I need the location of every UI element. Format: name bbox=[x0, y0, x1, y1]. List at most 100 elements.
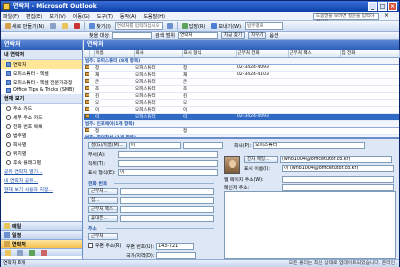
col-fileas[interactable]: 표시 형식 bbox=[182, 50, 237, 58]
nav-folder-item[interactable]: 오피스튜터 - 엑셀 전문가과정 bbox=[1, 78, 82, 87]
menu-edit[interactable]: 편집(E) bbox=[26, 13, 42, 20]
menu-file[interactable]: 파일(F) bbox=[3, 13, 19, 20]
col-name[interactable]: 이름 bbox=[94, 50, 135, 58]
help-question-input[interactable]: 도움말을 보려면 질문을 입력하십시오. bbox=[313, 13, 379, 25]
close-button[interactable]: × bbox=[388, 2, 397, 11]
shortcut-icon[interactable] bbox=[29, 249, 35, 256]
nav-button-mail[interactable]: 메일 bbox=[1, 221, 82, 230]
phone-type-select[interactable]: 휴대폰... bbox=[88, 215, 118, 222]
table-cell bbox=[236, 92, 288, 100]
address-book-button[interactable] bbox=[165, 22, 175, 31]
table-row[interactable]: 김 오피스튜터 김 bbox=[84, 92, 399, 100]
view-option[interactable]: 세부 주소 카드 bbox=[1, 113, 82, 122]
nav-button-calendar[interactable]: 일정 bbox=[1, 230, 82, 239]
nav-folder-contacts[interactable]: 연락처 bbox=[1, 60, 82, 69]
find-target-input[interactable] bbox=[112, 32, 152, 39]
surname-field[interactable]: 이 bbox=[128, 142, 181, 149]
col-business-phone[interactable]: 근무처 전화 bbox=[236, 50, 289, 58]
phone-field[interactable] bbox=[120, 215, 214, 222]
folder-icon[interactable] bbox=[17, 249, 23, 256]
customize-view-link[interactable]: 현재 보기 사용자 지정... bbox=[1, 185, 82, 194]
table-row[interactable]: 재 오피스튜터 재 02-3424-4103 bbox=[84, 71, 399, 79]
job-title-field[interactable] bbox=[118, 160, 218, 167]
table-row[interactable]: 정정 bbox=[84, 127, 399, 135]
view-select[interactable]: 범주별로 bbox=[245, 22, 284, 30]
display-name-field[interactable]: 이 (who1004@officetutor.co.kr) bbox=[282, 165, 394, 172]
menu-go[interactable]: 이동(G) bbox=[73, 13, 90, 20]
department-field[interactable] bbox=[118, 151, 218, 158]
menu-actions[interactable]: 동작(A) bbox=[120, 13, 137, 20]
given-name-field[interactable] bbox=[182, 142, 223, 149]
table-row[interactable]: 이 오피스튜터 이 02-3424-4093 bbox=[84, 113, 399, 121]
find-button[interactable]: 찾기(I) bbox=[87, 22, 113, 31]
table-row[interactable]: 정 오피스튜터 정 02-3424-4093 bbox=[84, 64, 399, 72]
col-home-phone[interactable]: 집 전화 bbox=[340, 50, 400, 58]
clear-button[interactable]: 지우기 bbox=[248, 32, 267, 39]
nav-button-contacts[interactable]: 연락처 bbox=[1, 239, 82, 248]
note-icon[interactable] bbox=[5, 249, 11, 256]
open-shared-contacts-link[interactable]: 공유 연락처 열기... bbox=[1, 167, 82, 176]
address-type-select[interactable]: 근무처 bbox=[88, 233, 118, 240]
maximize-button[interactable]: □ bbox=[378, 2, 387, 11]
current-view-header[interactable]: 현재 보기 bbox=[1, 94, 82, 104]
im-field[interactable] bbox=[282, 184, 394, 191]
view-option[interactable]: 회사별 bbox=[1, 140, 82, 149]
journal-icon[interactable] bbox=[41, 249, 47, 256]
menu-help[interactable]: 도움말(H) bbox=[143, 13, 164, 20]
find-scope-select[interactable]: 연락처 bbox=[178, 32, 218, 39]
view-option[interactable]: 위치별 bbox=[1, 149, 82, 158]
contact-search-input[interactable]: 연락처를 입력하십시오 bbox=[114, 22, 163, 30]
table-row[interactable]: 이 오피스튜터 이 bbox=[84, 106, 399, 114]
delete-button[interactable] bbox=[72, 22, 82, 31]
group-header-label: 범주: 인포에이(1개 항목) bbox=[84, 120, 399, 128]
notes-field[interactable] bbox=[224, 191, 396, 259]
phone-type-select[interactable]: 근무처... bbox=[88, 188, 118, 195]
find-now-button[interactable]: 지금 찾기 bbox=[221, 32, 245, 39]
minimize-button[interactable]: _ bbox=[368, 2, 377, 11]
status-count: 연락처 8개 bbox=[3, 261, 26, 266]
group-header-row[interactable]: 범주: 인포에이(1개 항목) bbox=[84, 120, 399, 128]
phone-type-select[interactable]: 집... bbox=[88, 197, 118, 204]
find-label: 찾기(I) bbox=[96, 23, 111, 30]
contact-icon bbox=[84, 78, 89, 86]
forward-button[interactable]: 보내기(W) bbox=[209, 22, 243, 31]
menu-tools[interactable]: 도구(T) bbox=[97, 13, 113, 20]
phone-field[interactable] bbox=[120, 188, 214, 195]
new-contact-button[interactable]: 새로 만들기(N) bbox=[3, 22, 46, 31]
nav-folder-item[interactable]: 오피스튜터 - 엑셀 bbox=[1, 69, 82, 78]
find-options-link[interactable]: 옵션 bbox=[269, 32, 278, 39]
phone-field[interactable] bbox=[120, 206, 214, 213]
view-option-selected[interactable]: 범주별 bbox=[1, 131, 82, 140]
share-contacts-link[interactable]: 내 연락처 공유... bbox=[1, 176, 82, 185]
email-type-select[interactable]: 전자 메일... bbox=[244, 156, 278, 163]
title-bar[interactable]: 연락처 - Microsoft Outlook _ □ × bbox=[1, 1, 399, 12]
phone-field[interactable] bbox=[120, 197, 214, 204]
fullname-button[interactable]: 성(G)/이름(M)... bbox=[88, 142, 127, 149]
zip-field[interactable]: 143-721 bbox=[156, 243, 195, 250]
nav-folder-item[interactable]: Office Tips & Tricks (SMB) bbox=[1, 87, 82, 94]
phone-type-select[interactable]: 근무처 팩스... bbox=[88, 206, 118, 213]
table-row[interactable]: 오 오피스튜터 오 bbox=[84, 99, 399, 107]
region-field[interactable] bbox=[156, 252, 197, 259]
move-button[interactable] bbox=[60, 22, 70, 31]
fileas-field[interactable]: 이 bbox=[118, 169, 218, 176]
view-option[interactable]: 후속 플래그별 bbox=[1, 158, 82, 167]
group-header-row[interactable]: 범주: 오피스튜터 (8개 항목) bbox=[84, 57, 399, 65]
col-business-fax[interactable]: 근무처 팩스 bbox=[288, 50, 341, 58]
contact-photo[interactable] bbox=[224, 156, 240, 174]
my-contacts-header[interactable]: 내 연락처 bbox=[1, 50, 82, 60]
region-label: 국가/지역(D): bbox=[126, 254, 155, 259]
company-field[interactable]: 오피스튜터 bbox=[253, 142, 366, 149]
email-field[interactable]: (who1004@officetutor.co.kr) bbox=[280, 156, 392, 163]
view-option[interactable]: 전화 번호 목록 bbox=[1, 122, 82, 131]
mailing-checkbox[interactable] bbox=[88, 243, 93, 248]
print-button[interactable] bbox=[48, 22, 58, 31]
table-row[interactable]: 은 오피스튜터 은 bbox=[84, 78, 399, 86]
table-row[interactable]: 조 오피스튜터 조 bbox=[84, 85, 399, 93]
help-close-icon[interactable]: × bbox=[384, 12, 389, 19]
web-field[interactable] bbox=[282, 176, 394, 183]
menu-view[interactable]: 보기(V) bbox=[49, 13, 66, 20]
view-option[interactable]: 주소 카드 bbox=[1, 104, 82, 113]
reply-button[interactable]: 답장(R) bbox=[180, 22, 208, 31]
col-company[interactable]: 회사 bbox=[134, 50, 183, 58]
